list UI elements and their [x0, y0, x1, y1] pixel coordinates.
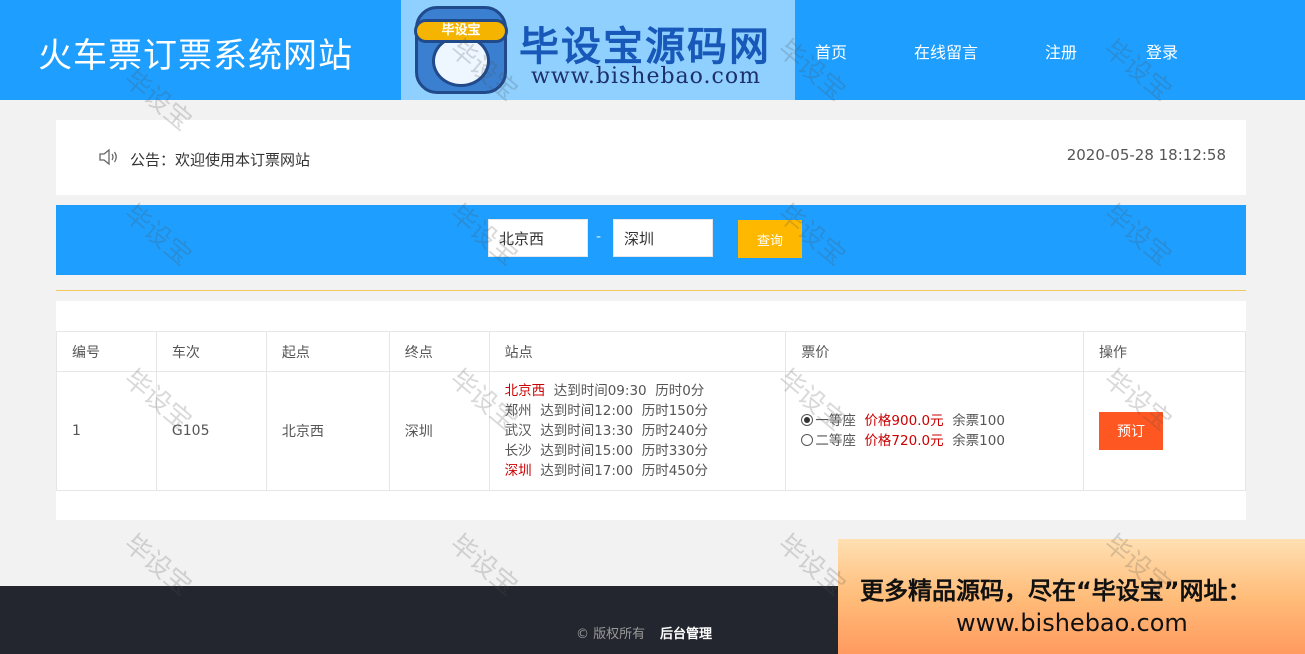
notice-panel: 公告：欢迎使用本订票网站 2020-05-28 18:12:58 [56, 120, 1246, 195]
stop-duration: 历时450分 [641, 463, 708, 479]
stop-arrival: 达到时间13:30 [540, 423, 634, 439]
table-row: 1 G105 北京西 深圳 北京西 达到时间09:30 历时0分 郑州 达到时间… [56, 371, 1246, 491]
stop-arrival: 达到时间17:00 [540, 463, 634, 479]
stop-duration: 历时0分 [655, 383, 705, 399]
stop-duration: 历时150分 [641, 403, 708, 419]
seat-class: 二等座 [815, 433, 856, 449]
nav-register[interactable]: 注册 [1045, 39, 1077, 63]
price-option[interactable]: 一等座 价格900.0元 余票100 [801, 411, 1083, 431]
nav-messages[interactable]: 在线留言 [914, 39, 978, 63]
stop-item: 武汉 达到时间13:30 历时240分 [505, 421, 786, 441]
query-button[interactable]: 查询 [738, 220, 802, 258]
stop-item: 长沙 达到时间15:00 历时330分 [505, 441, 786, 461]
notice-text: 公告：欢迎使用本订票网站 [130, 151, 311, 169]
book-button[interactable]: 预订 [1099, 412, 1164, 450]
divider [56, 290, 1246, 291]
stop-station: 武汉 [504, 423, 532, 439]
cell-stops: 北京西 达到时间09:30 历时0分 郑州 达到时间12:00 历时150分 武… [488, 371, 787, 491]
seat-remaining: 余票100 [952, 433, 1005, 449]
stop-item: 郑州 达到时间12:00 历时150分 [505, 401, 786, 421]
search-separator: - [596, 229, 602, 245]
stop-station: 郑州 [504, 403, 532, 419]
logo-badge: 毕设宝 [414, 19, 508, 43]
results-panel: 编号 车次 起点 终点 站点 票价 操作 1 G105 北京西 深圳 北京西 达… [56, 301, 1246, 520]
logo-emblem-icon: 毕设宝 [414, 6, 508, 94]
promo-banner: 更多精品源码，尽在“毕设宝”网址： www.bishebao.com [838, 539, 1305, 654]
logo-banner: 毕设宝 毕设宝源码网 www.bishebao.com [401, 0, 795, 100]
cell-end: 深圳 [388, 371, 490, 491]
stop-arrival: 达到时间15:00 [540, 443, 634, 459]
stop-item: 北京西 达到时间09:30 历时0分 [505, 381, 786, 401]
notice-datetime: 2020-05-28 18:12:58 [1066, 146, 1226, 164]
promo-line1: 更多精品源码，尽在“毕设宝”网址： [860, 577, 1252, 605]
stop-duration: 历时240分 [641, 423, 708, 439]
stop-item: 深圳 达到时间17:00 历时450分 [505, 461, 786, 481]
to-station-input[interactable] [613, 219, 713, 257]
cell-start: 北京西 [265, 371, 390, 491]
column-header: 票价 [785, 331, 1085, 372]
cell-id: 1 [56, 371, 157, 491]
column-header: 终点 [388, 331, 490, 372]
nav-login[interactable]: 登录 [1146, 39, 1178, 63]
promo-url: www.bishebao.com [956, 609, 1188, 637]
column-header: 车次 [155, 331, 267, 372]
site-header: 火车票订票系统网站 毕设宝 毕设宝源码网 www.bishebao.com 首页… [0, 0, 1305, 100]
stop-station: 深圳 [504, 463, 532, 479]
copyright-text: © 版权所有 [576, 627, 646, 642]
seat-price: 价格900.0元 [864, 413, 944, 429]
admin-link[interactable]: 后台管理 [660, 623, 712, 642]
nav-home[interactable]: 首页 [815, 39, 847, 63]
site-title: 火车票订票系统网站 [38, 36, 353, 76]
cell-train: G105 [155, 371, 267, 491]
results-table: 编号 车次 起点 终点 站点 票价 操作 1 G105 北京西 深圳 北京西 达… [56, 331, 1246, 491]
cell-prices: 一等座 价格900.0元 余票100 二等座 价格720.0元 余票100 [785, 371, 1085, 491]
seat-class: 一等座 [815, 413, 856, 429]
column-header: 站点 [488, 331, 787, 372]
search-bar: - 查询 [56, 205, 1246, 275]
stop-duration: 历时330分 [641, 443, 708, 459]
price-option[interactable]: 二等座 价格720.0元 余票100 [801, 431, 1083, 451]
column-header: 起点 [265, 331, 390, 372]
from-station-input[interactable] [488, 219, 588, 257]
speaker-icon [99, 148, 117, 166]
column-header: 编号 [56, 331, 157, 372]
stop-station: 长沙 [504, 443, 532, 459]
cell-action: 预订 [1083, 371, 1246, 491]
seat-remaining: 余票100 [952, 413, 1005, 429]
column-header: 操作 [1083, 331, 1246, 372]
seat-price: 价格720.0元 [864, 433, 944, 449]
stop-arrival: 达到时间09:30 [553, 383, 647, 399]
seat-radio-first[interactable] [801, 414, 814, 426]
table-header-row: 编号 车次 起点 终点 站点 票价 操作 [56, 331, 1246, 372]
seat-radio-second[interactable] [801, 434, 814, 446]
stop-station: 北京西 [504, 383, 546, 399]
logo-url-text: www.bishebao.com [531, 64, 761, 89]
stop-arrival: 达到时间12:00 [540, 403, 634, 419]
